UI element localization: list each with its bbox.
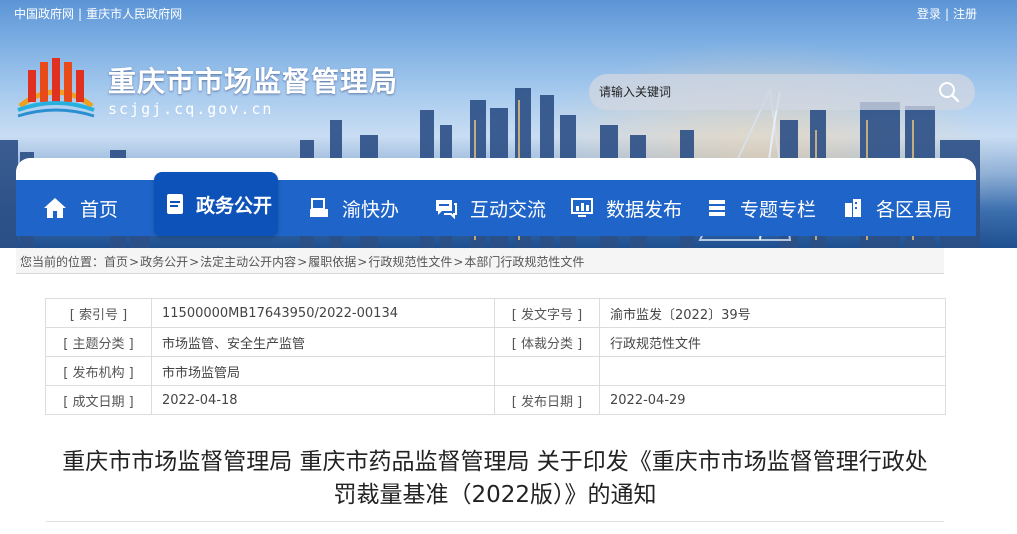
chongqing-emblem-icon[interactable] <box>14 56 98 118</box>
nav-item-label: 专题专栏 <box>740 198 817 221</box>
genre-value: 行政规范性文件 <box>599 327 946 357</box>
breadcrumb-item-duty-basis[interactable]: 履职依据 <box>308 255 356 269</box>
layers-icon <box>709 200 725 216</box>
published-date-value: 2022-04-29 <box>599 385 946 415</box>
nav-item-label: 渝快办 <box>342 198 400 221</box>
published-date-label: [ 发布日期 ] <box>494 385 600 415</box>
nav-item-label: 数据发布 <box>606 198 683 221</box>
nav-item-yukuaiban[interactable]: 渝快办 <box>308 180 399 236</box>
doc-no-label: [ 发文字号 ] <box>494 298 600 328</box>
index-no-value: 11500000MB17643950/2022-00134 <box>151 298 495 328</box>
site-title[interactable]: 重庆市市场监督管理局 <box>108 60 398 100</box>
created-date-value: 2022-04-18 <box>151 385 495 415</box>
empty-cell <box>599 356 946 386</box>
created-date-label: [ 成文日期 ] <box>45 385 152 415</box>
empty-cell <box>494 356 600 386</box>
nav-bar: 首页 政务公开 渝快办 互动交流 数据发布 专题专栏 各区县局 <box>16 172 976 236</box>
search-icon[interactable] <box>937 80 961 104</box>
nav-item-label: 首页 <box>80 198 119 221</box>
index-no-label: [ 索引号 ] <box>45 298 152 328</box>
breadcrumb-item-home[interactable]: 首页 <box>104 255 128 269</box>
site-domain: scjgj.cq.gov.cn <box>108 100 274 118</box>
table-row: [ 发布机构 ] 市市场监管局 <box>45 356 946 386</box>
auth-links: 登录 | 注册 <box>917 5 977 22</box>
document-title-line2: 罚裁量基准（2022版）》的通知 <box>333 482 657 508</box>
nav-item-districts[interactable]: 各区县局 <box>842 180 952 236</box>
breadcrumb-item-dept-docs[interactable]: 本部门行政规范性文件 <box>464 255 584 269</box>
search-input[interactable] <box>599 80 919 104</box>
breadcrumb-separator: > <box>297 255 308 269</box>
main-navigation: 首页 政务公开 渝快办 互动交流 数据发布 专题专栏 各区县局 <box>16 158 976 246</box>
document-title-line1: 重庆市市场监督管理局 重庆市药品监督管理局 关于印发《重庆市市场监督管理行政处 <box>62 449 928 475</box>
title-divider <box>46 521 944 522</box>
breadcrumb-separator: > <box>189 255 200 269</box>
table-row: [ 索引号 ] 11500000MB17643950/2022-00134 [ … <box>45 298 946 328</box>
printer-icon <box>310 198 328 217</box>
document-title: 重庆市市场监督管理局 重庆市药品监督管理局 关于印发《重庆市市场监督管理行政处 … <box>30 446 960 512</box>
nav-item-label: 政务公开 <box>196 194 273 217</box>
nav-item-interaction[interactable]: 互动交流 <box>434 180 546 236</box>
buildings-icon <box>845 199 861 217</box>
auth-separator: | <box>944 7 949 21</box>
genre-label: [ 体裁分类 ] <box>494 327 600 357</box>
top-links-separator: | <box>78 7 83 21</box>
nav-item-home[interactable]: 首页 <box>42 180 118 236</box>
breadcrumb-separator: > <box>129 255 140 269</box>
home-icon <box>44 198 66 218</box>
top-links: 中国政府网 | 重庆市人民政府网 <box>14 5 182 22</box>
breadcrumb-item-normative-docs[interactable]: 行政规范性文件 <box>368 255 452 269</box>
cq-gov-link[interactable]: 重庆市人民政府网 <box>86 7 182 21</box>
breadcrumb-separator: > <box>453 255 464 269</box>
login-link[interactable]: 登录 <box>917 7 941 21</box>
nav-item-data-release[interactable]: 数据发布 <box>570 180 682 236</box>
breadcrumb-separator: > <box>357 255 368 269</box>
nav-item-special-topics[interactable]: 专题专栏 <box>706 180 816 236</box>
nav-item-label: 互动交流 <box>470 198 547 221</box>
table-row: [ 成文日期 ] 2022-04-18 [ 发布日期 ] 2022-04-29 <box>45 385 946 415</box>
breadcrumb-item-statutory[interactable]: 法定主动公开内容 <box>200 255 296 269</box>
topic-label: [ 主题分类 ] <box>45 327 152 357</box>
issuer-label: [ 发布机构 ] <box>45 356 152 386</box>
issuer-value: 市市场监管局 <box>151 356 495 386</box>
breadcrumb-prefix: 您当前的位置： <box>20 255 105 269</box>
register-link[interactable]: 注册 <box>953 7 977 21</box>
nav-item-label: 各区县局 <box>876 198 953 221</box>
gov-cn-link[interactable]: 中国政府网 <box>14 7 74 21</box>
nav-item-gov-affairs[interactable]: 政务公开 <box>154 172 279 236</box>
monitor-chart-icon <box>571 198 593 217</box>
breadcrumb-item-gov-affairs[interactable]: 政务公开 <box>140 255 188 269</box>
breadcrumb: 您当前的位置：首页>政务公开>法定主动公开内容>履职依据>行政规范性文件>本部门… <box>16 248 944 274</box>
table-row: [ 主题分类 ] 市场监管、安全生产监管 [ 体裁分类 ] 行政规范性文件 <box>45 327 946 357</box>
topic-value: 市场监管、安全生产监管 <box>151 327 495 357</box>
search-bar <box>589 74 975 110</box>
document-meta-table: [ 索引号 ] 11500000MB17643950/2022-00134 [ … <box>45 298 946 415</box>
document-icon <box>167 194 183 214</box>
chat-icon <box>436 200 457 219</box>
doc-no-value: 渝市监发〔2022〕39号 <box>599 298 946 328</box>
